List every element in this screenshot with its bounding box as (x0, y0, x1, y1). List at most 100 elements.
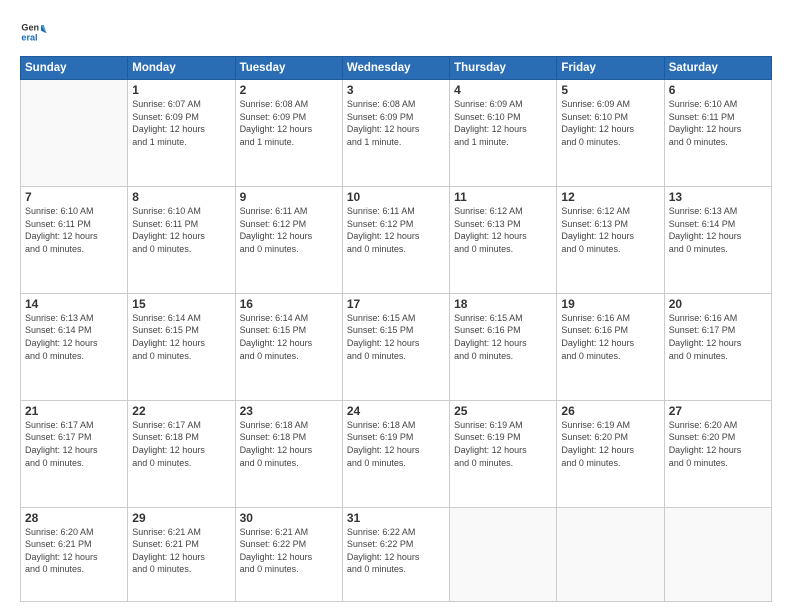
calendar-cell: 14Sunrise: 6:13 AMSunset: 6:14 PMDayligh… (21, 293, 128, 400)
header: Gen eral (20, 18, 772, 46)
day-header-thursday: Thursday (450, 57, 557, 80)
calendar-week-row: 28Sunrise: 6:20 AMSunset: 6:21 PMDayligh… (21, 507, 772, 601)
calendar-cell: 18Sunrise: 6:15 AMSunset: 6:16 PMDayligh… (450, 293, 557, 400)
day-number: 31 (347, 511, 445, 525)
day-number: 22 (132, 404, 230, 418)
day-number: 6 (669, 83, 767, 97)
calendar-week-row: 7Sunrise: 6:10 AMSunset: 6:11 PMDaylight… (21, 186, 772, 293)
calendar-week-row: 14Sunrise: 6:13 AMSunset: 6:14 PMDayligh… (21, 293, 772, 400)
day-info: Sunrise: 6:22 AMSunset: 6:22 PMDaylight:… (347, 526, 445, 576)
svg-text:eral: eral (21, 32, 37, 42)
day-info: Sunrise: 6:21 AMSunset: 6:21 PMDaylight:… (132, 526, 230, 576)
day-info: Sunrise: 6:07 AMSunset: 6:09 PMDaylight:… (132, 98, 230, 148)
day-number: 4 (454, 83, 552, 97)
day-info: Sunrise: 6:13 AMSunset: 6:14 PMDaylight:… (25, 312, 123, 362)
calendar-cell: 2Sunrise: 6:08 AMSunset: 6:09 PMDaylight… (235, 80, 342, 187)
day-number: 8 (132, 190, 230, 204)
day-number: 28 (25, 511, 123, 525)
day-number: 16 (240, 297, 338, 311)
day-number: 9 (240, 190, 338, 204)
page: Gen eral SundayMondayTuesdayWednesdayThu… (0, 0, 792, 612)
calendar-cell: 5Sunrise: 6:09 AMSunset: 6:10 PMDaylight… (557, 80, 664, 187)
calendar-cell: 11Sunrise: 6:12 AMSunset: 6:13 PMDayligh… (450, 186, 557, 293)
calendar-cell: 27Sunrise: 6:20 AMSunset: 6:20 PMDayligh… (664, 400, 771, 507)
calendar-cell: 9Sunrise: 6:11 AMSunset: 6:12 PMDaylight… (235, 186, 342, 293)
day-info: Sunrise: 6:21 AMSunset: 6:22 PMDaylight:… (240, 526, 338, 576)
day-info: Sunrise: 6:08 AMSunset: 6:09 PMDaylight:… (347, 98, 445, 148)
day-info: Sunrise: 6:19 AMSunset: 6:19 PMDaylight:… (454, 419, 552, 469)
day-number: 7 (25, 190, 123, 204)
day-info: Sunrise: 6:15 AMSunset: 6:16 PMDaylight:… (454, 312, 552, 362)
day-info: Sunrise: 6:15 AMSunset: 6:15 PMDaylight:… (347, 312, 445, 362)
calendar-cell: 25Sunrise: 6:19 AMSunset: 6:19 PMDayligh… (450, 400, 557, 507)
calendar-cell: 30Sunrise: 6:21 AMSunset: 6:22 PMDayligh… (235, 507, 342, 601)
calendar-week-row: 1Sunrise: 6:07 AMSunset: 6:09 PMDaylight… (21, 80, 772, 187)
day-info: Sunrise: 6:09 AMSunset: 6:10 PMDaylight:… (561, 98, 659, 148)
day-header-wednesday: Wednesday (342, 57, 449, 80)
calendar-cell: 20Sunrise: 6:16 AMSunset: 6:17 PMDayligh… (664, 293, 771, 400)
calendar-cell (664, 507, 771, 601)
day-number: 17 (347, 297, 445, 311)
day-info: Sunrise: 6:14 AMSunset: 6:15 PMDaylight:… (240, 312, 338, 362)
day-number: 23 (240, 404, 338, 418)
generalblue-icon: Gen eral (20, 18, 48, 46)
day-info: Sunrise: 6:11 AMSunset: 6:12 PMDaylight:… (347, 205, 445, 255)
calendar-cell: 15Sunrise: 6:14 AMSunset: 6:15 PMDayligh… (128, 293, 235, 400)
day-number: 11 (454, 190, 552, 204)
calendar-cell: 31Sunrise: 6:22 AMSunset: 6:22 PMDayligh… (342, 507, 449, 601)
day-number: 24 (347, 404, 445, 418)
day-info: Sunrise: 6:12 AMSunset: 6:13 PMDaylight:… (561, 205, 659, 255)
calendar-cell: 26Sunrise: 6:19 AMSunset: 6:20 PMDayligh… (557, 400, 664, 507)
calendar-cell: 7Sunrise: 6:10 AMSunset: 6:11 PMDaylight… (21, 186, 128, 293)
day-info: Sunrise: 6:20 AMSunset: 6:20 PMDaylight:… (669, 419, 767, 469)
day-info: Sunrise: 6:18 AMSunset: 6:18 PMDaylight:… (240, 419, 338, 469)
calendar: SundayMondayTuesdayWednesdayThursdayFrid… (20, 56, 772, 602)
day-number: 12 (561, 190, 659, 204)
calendar-cell: 8Sunrise: 6:10 AMSunset: 6:11 PMDaylight… (128, 186, 235, 293)
day-number: 18 (454, 297, 552, 311)
day-info: Sunrise: 6:19 AMSunset: 6:20 PMDaylight:… (561, 419, 659, 469)
day-info: Sunrise: 6:16 AMSunset: 6:17 PMDaylight:… (669, 312, 767, 362)
day-info: Sunrise: 6:17 AMSunset: 6:17 PMDaylight:… (25, 419, 123, 469)
day-number: 27 (669, 404, 767, 418)
calendar-cell: 22Sunrise: 6:17 AMSunset: 6:18 PMDayligh… (128, 400, 235, 507)
calendar-cell: 21Sunrise: 6:17 AMSunset: 6:17 PMDayligh… (21, 400, 128, 507)
day-header-tuesday: Tuesday (235, 57, 342, 80)
calendar-header-row: SundayMondayTuesdayWednesdayThursdayFrid… (21, 57, 772, 80)
day-info: Sunrise: 6:10 AMSunset: 6:11 PMDaylight:… (669, 98, 767, 148)
day-number: 20 (669, 297, 767, 311)
calendar-cell: 24Sunrise: 6:18 AMSunset: 6:19 PMDayligh… (342, 400, 449, 507)
day-number: 14 (25, 297, 123, 311)
day-number: 26 (561, 404, 659, 418)
day-info: Sunrise: 6:10 AMSunset: 6:11 PMDaylight:… (132, 205, 230, 255)
calendar-cell: 10Sunrise: 6:11 AMSunset: 6:12 PMDayligh… (342, 186, 449, 293)
day-info: Sunrise: 6:18 AMSunset: 6:19 PMDaylight:… (347, 419, 445, 469)
day-info: Sunrise: 6:10 AMSunset: 6:11 PMDaylight:… (25, 205, 123, 255)
calendar-week-row: 21Sunrise: 6:17 AMSunset: 6:17 PMDayligh… (21, 400, 772, 507)
calendar-cell: 16Sunrise: 6:14 AMSunset: 6:15 PMDayligh… (235, 293, 342, 400)
calendar-cell: 28Sunrise: 6:20 AMSunset: 6:21 PMDayligh… (21, 507, 128, 601)
day-number: 10 (347, 190, 445, 204)
day-number: 15 (132, 297, 230, 311)
day-info: Sunrise: 6:11 AMSunset: 6:12 PMDaylight:… (240, 205, 338, 255)
calendar-cell (450, 507, 557, 601)
day-header-sunday: Sunday (21, 57, 128, 80)
day-number: 25 (454, 404, 552, 418)
day-info: Sunrise: 6:08 AMSunset: 6:09 PMDaylight:… (240, 98, 338, 148)
day-info: Sunrise: 6:20 AMSunset: 6:21 PMDaylight:… (25, 526, 123, 576)
calendar-cell: 23Sunrise: 6:18 AMSunset: 6:18 PMDayligh… (235, 400, 342, 507)
day-info: Sunrise: 6:09 AMSunset: 6:10 PMDaylight:… (454, 98, 552, 148)
calendar-cell: 1Sunrise: 6:07 AMSunset: 6:09 PMDaylight… (128, 80, 235, 187)
calendar-cell: 19Sunrise: 6:16 AMSunset: 6:16 PMDayligh… (557, 293, 664, 400)
day-number: 30 (240, 511, 338, 525)
day-info: Sunrise: 6:16 AMSunset: 6:16 PMDaylight:… (561, 312, 659, 362)
day-header-saturday: Saturday (664, 57, 771, 80)
day-info: Sunrise: 6:17 AMSunset: 6:18 PMDaylight:… (132, 419, 230, 469)
day-number: 29 (132, 511, 230, 525)
day-info: Sunrise: 6:13 AMSunset: 6:14 PMDaylight:… (669, 205, 767, 255)
calendar-cell: 13Sunrise: 6:13 AMSunset: 6:14 PMDayligh… (664, 186, 771, 293)
calendar-cell: 29Sunrise: 6:21 AMSunset: 6:21 PMDayligh… (128, 507, 235, 601)
day-number: 3 (347, 83, 445, 97)
calendar-cell: 12Sunrise: 6:12 AMSunset: 6:13 PMDayligh… (557, 186, 664, 293)
day-number: 2 (240, 83, 338, 97)
